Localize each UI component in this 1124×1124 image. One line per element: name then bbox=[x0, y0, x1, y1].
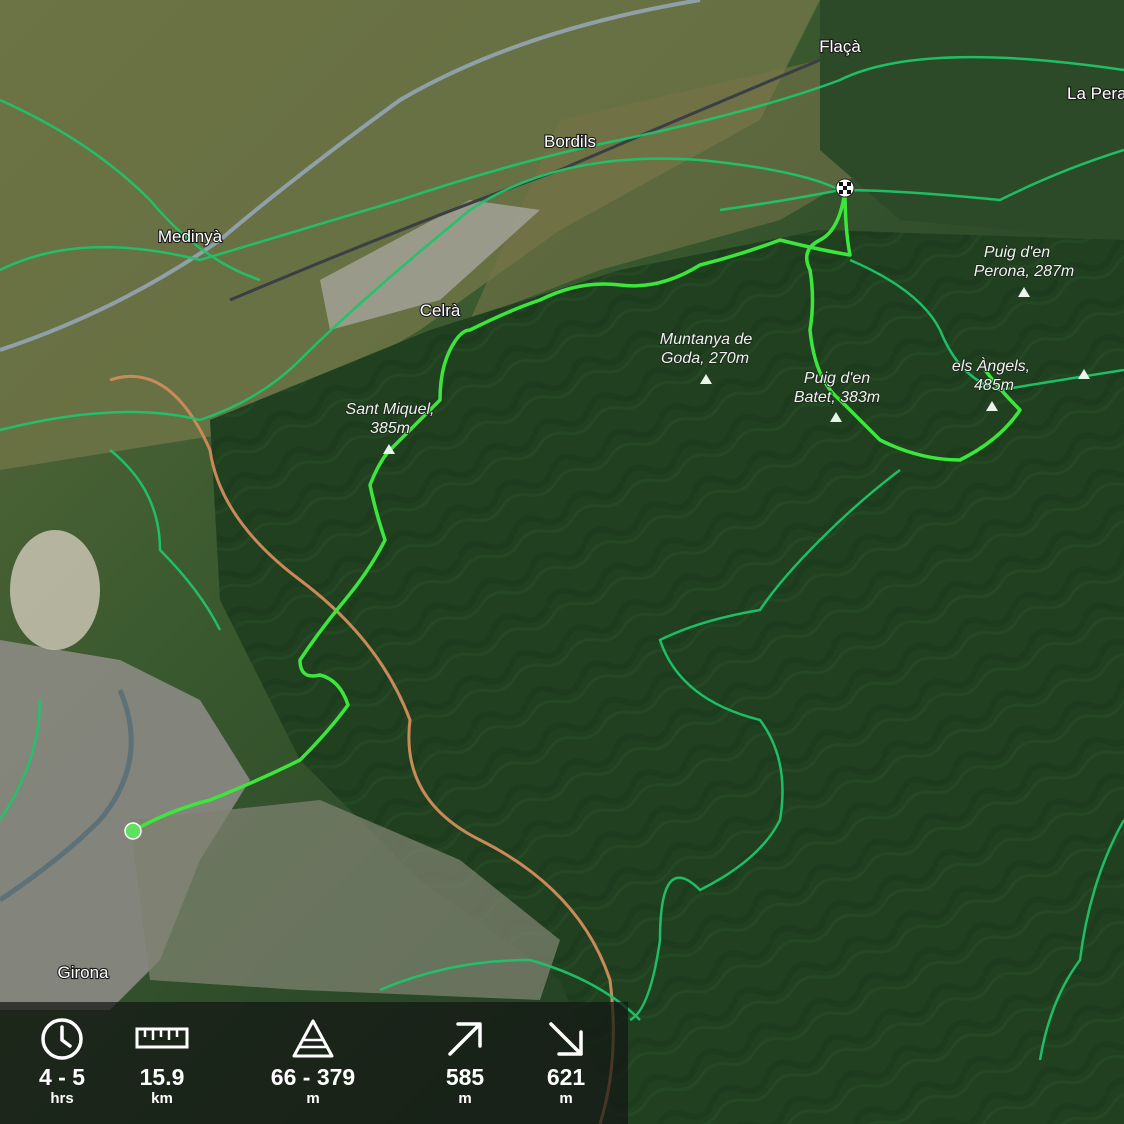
stat-unit: m bbox=[458, 1090, 472, 1107]
place-label-bordils: Bordils bbox=[544, 132, 596, 151]
stat-unit: m bbox=[559, 1090, 573, 1107]
arrow-down-right-icon bbox=[549, 1022, 583, 1056]
peak-label-line2: 485m bbox=[974, 377, 1014, 394]
place-label-girona: Girona bbox=[57, 963, 109, 982]
stat-duration: 4 - 5 hrs bbox=[7, 1002, 117, 1124]
stat-value: 621 bbox=[546, 1064, 586, 1090]
peak-label-line2: Batet, 383m bbox=[794, 389, 880, 406]
place-label-celra: Celrà bbox=[420, 301, 461, 320]
stat-elevation: 66 - 379 m bbox=[258, 1002, 368, 1124]
peak-label-line1: els Àngels, bbox=[952, 356, 1030, 375]
stat-distance: 15.9 km bbox=[107, 1002, 217, 1124]
place-label-la-pera: La Pera bbox=[1067, 84, 1124, 103]
satellite-map[interactable]: Flaçà La Pera Bordils Medinyà Celrà Giro… bbox=[0, 0, 1124, 1124]
mountain-icon bbox=[292, 1019, 334, 1058]
stat-value: 585 bbox=[445, 1064, 485, 1090]
stat-ascent: 585 m bbox=[410, 1002, 520, 1124]
peak-label-line1: Puig d'en bbox=[984, 244, 1050, 261]
finish-flag-marker[interactable] bbox=[835, 178, 855, 198]
stat-unit: km bbox=[151, 1090, 173, 1107]
place-label-flaca: Flaçà bbox=[819, 37, 861, 56]
ruler-icon bbox=[135, 1027, 189, 1049]
stat-unit: m bbox=[306, 1090, 320, 1107]
start-point-marker[interactable] bbox=[124, 822, 142, 840]
clock-icon bbox=[41, 1018, 83, 1060]
peak-label-line2: Perona, 287m bbox=[974, 263, 1075, 280]
stat-value: 15.9 bbox=[139, 1064, 185, 1090]
stat-unit: hrs bbox=[50, 1090, 74, 1107]
peak-label-line2: 385m bbox=[370, 420, 410, 437]
peak-label-line1: Sant Miquel, bbox=[346, 401, 435, 418]
peak-label-line1: Muntanya de bbox=[660, 331, 753, 348]
peak-label-line2: Goda, 270m bbox=[661, 350, 749, 367]
place-label-medinya: Medinyà bbox=[158, 227, 223, 246]
route-stats-panel: 4 - 5 hrs 15.9 km 66 - 379 m 585 m 621 m bbox=[0, 1002, 628, 1124]
quarry bbox=[10, 530, 100, 650]
peak-label-line1: Puig d'en bbox=[804, 370, 870, 387]
arrow-up-right-icon bbox=[448, 1022, 482, 1056]
stat-value: 66 - 379 bbox=[270, 1064, 356, 1090]
stat-descent: 621 m bbox=[511, 1002, 621, 1124]
stat-value: 4 - 5 bbox=[38, 1064, 86, 1090]
